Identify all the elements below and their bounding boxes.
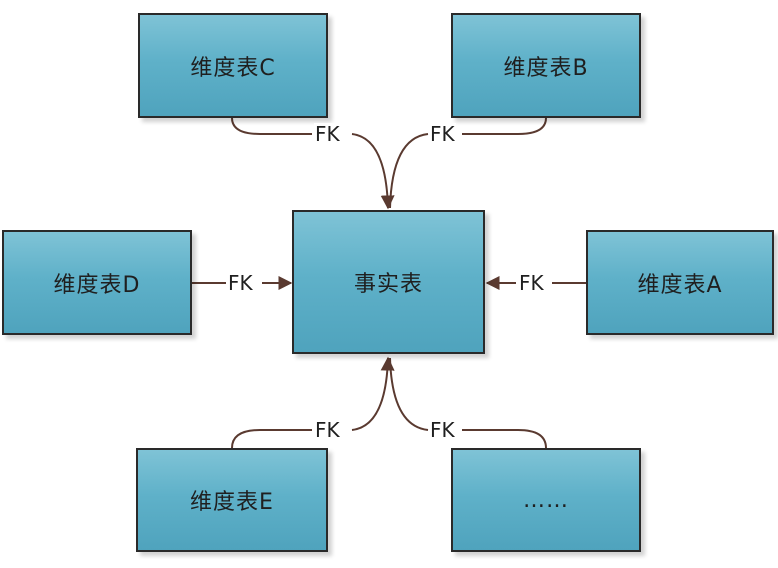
dimension-table-e: 维度表E	[136, 448, 328, 552]
dimension-table-a: 维度表A	[586, 230, 774, 335]
connector-more-arrow	[389, 357, 429, 431]
connector-e-to-fact	[231, 429, 312, 449]
fk-label-c: FK	[314, 122, 341, 146]
fact-table: 事实表	[292, 210, 485, 354]
connector-c-to-fact	[231, 117, 312, 135]
dimension-table-more: ……	[451, 448, 641, 552]
fk-label-b: FK	[429, 122, 456, 146]
fk-label-e: FK	[314, 418, 341, 442]
connector-e-arrow	[351, 356, 395, 431]
fk-label-a: FK	[518, 271, 545, 295]
connector-b-arrow	[389, 133, 429, 209]
connector-c-arrow	[351, 133, 395, 210]
connector-b-to-fact	[462, 117, 547, 135]
dimension-table-c: 维度表C	[138, 13, 328, 118]
fk-label-d: FK	[227, 271, 254, 295]
connector-more-to-fact	[462, 429, 547, 449]
fk-label-more: FK	[429, 418, 456, 442]
dimension-table-b: 维度表B	[451, 13, 641, 118]
dimension-table-d: 维度表D	[2, 230, 192, 335]
